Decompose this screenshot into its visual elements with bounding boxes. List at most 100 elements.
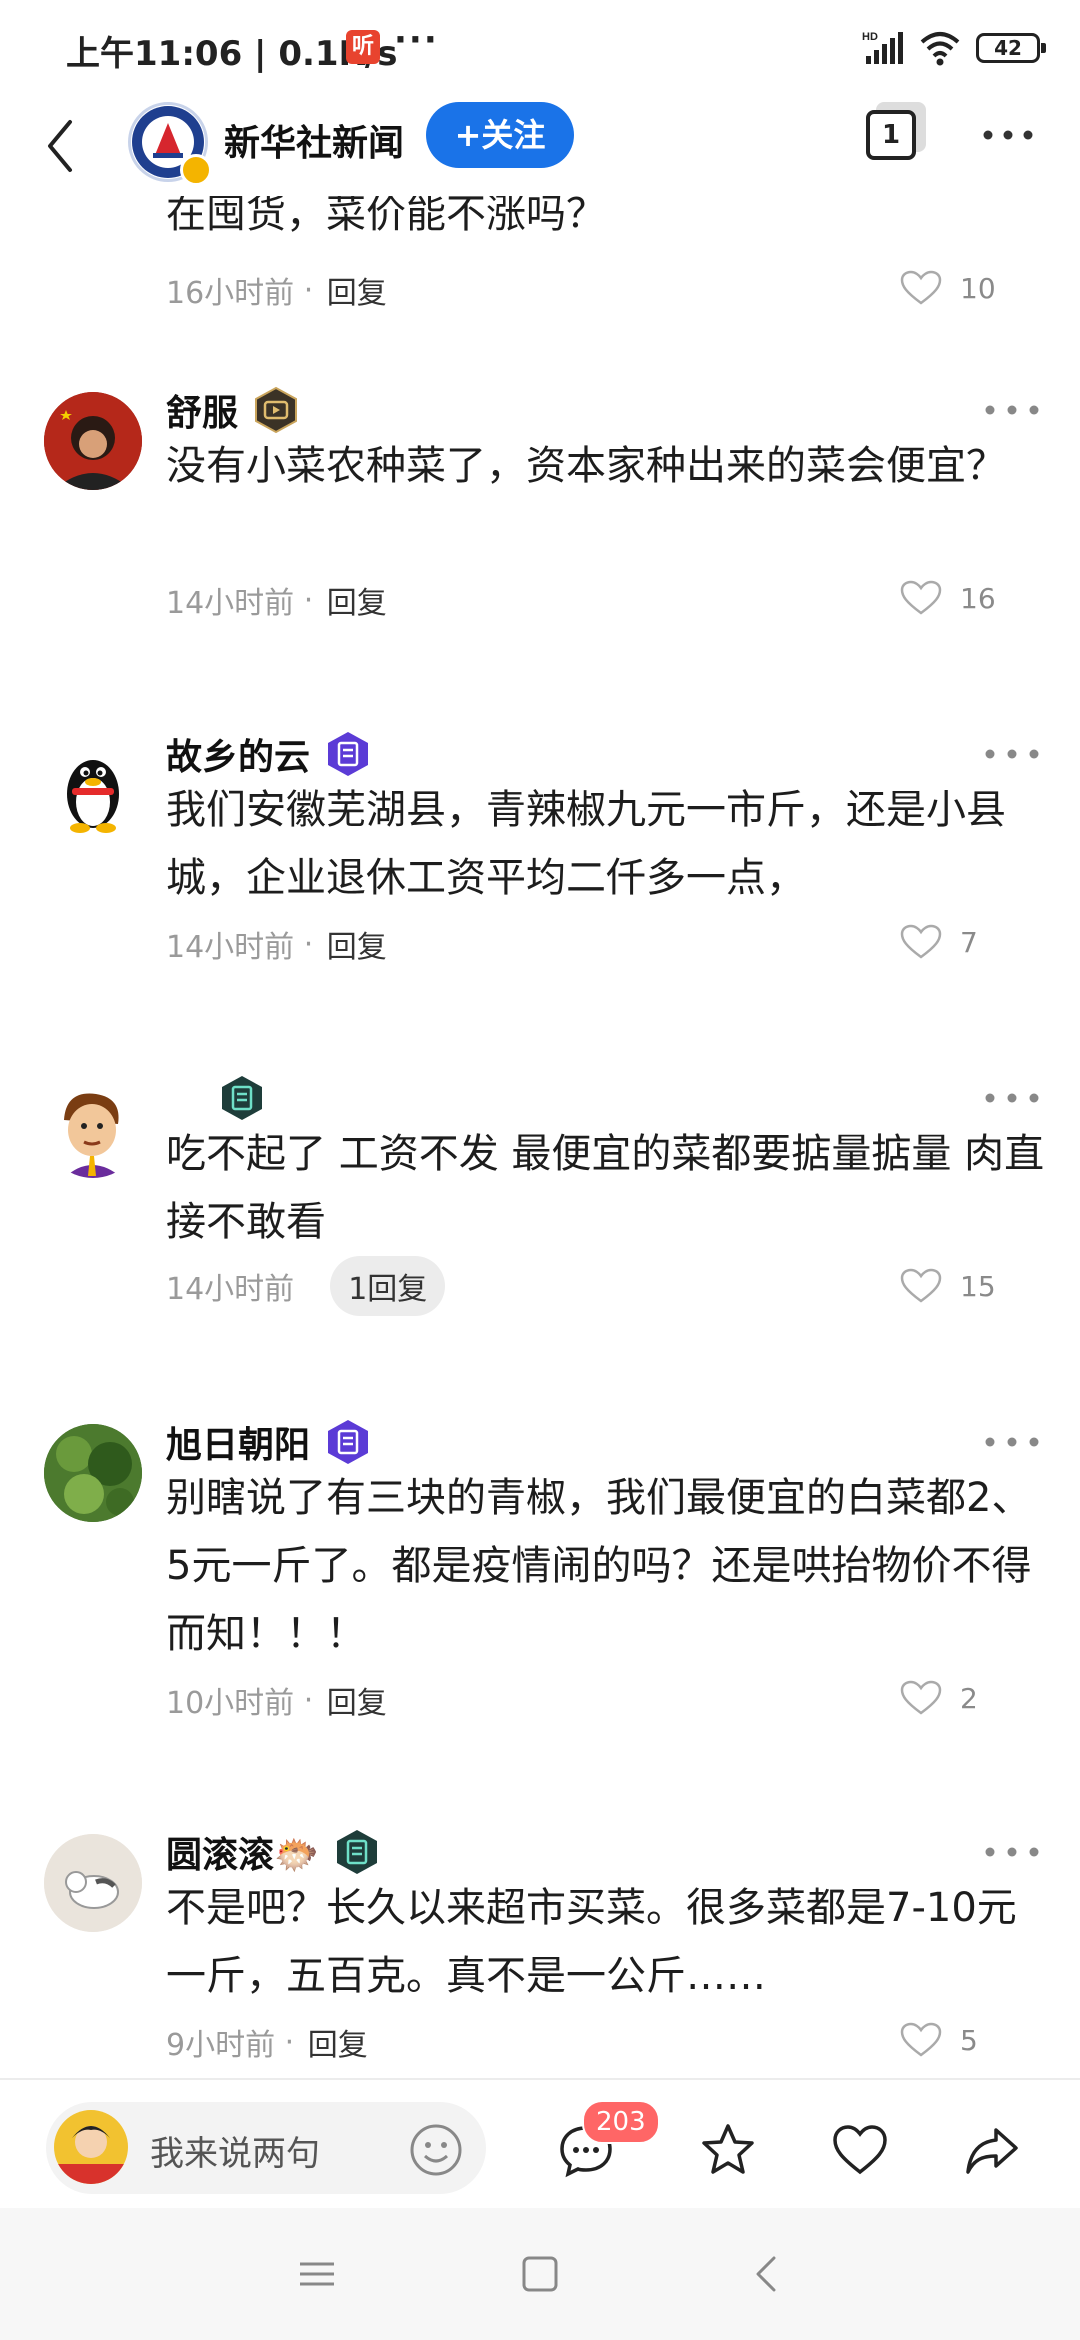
comment-more-icon[interactable] [982, 744, 1042, 764]
comment-more-icon[interactable] [982, 1842, 1042, 1862]
heart-icon [900, 924, 942, 959]
like-count: 15 [960, 1269, 996, 1303]
comment-time: 14小时前 [166, 1272, 295, 1307]
reply-button[interactable]: 回复 [327, 922, 387, 966]
star-icon[interactable] [698, 2120, 758, 2180]
like-icon[interactable] [830, 2120, 890, 2180]
comment-header: 舒服 [166, 382, 300, 438]
system-navigation-bar [0, 2208, 1080, 2340]
comment-count-badge: 203 [582, 2100, 660, 2144]
tree-photo-icon [44, 1424, 142, 1522]
heart-icon [900, 580, 942, 615]
user-name[interactable]: 故乡的云 [166, 728, 310, 780]
status-bar: 上午11:06 | 0.1K/s 听 ··· HD 42 [0, 0, 1080, 96]
listen-app-icon: 听 [346, 30, 380, 64]
like-count: 5 [960, 2023, 978, 2057]
meta-separator: · [275, 2024, 304, 2060]
level-badge-icon [222, 1076, 262, 1120]
comment-list[interactable]: 在囤货，菜价能不涨吗？ 16小时前 · 回复 10 舒服 没有小菜农种菜了，资本… [0, 120, 1080, 2078]
meta-separator: · [294, 926, 323, 962]
heart-icon [900, 1268, 942, 1303]
comment-text: 我们安徽芜湖县，青辣椒九元一市斤，还是小县城，企业退休工资平均二仟多一点， [166, 787, 1006, 901]
comment-meta: 9小时前 · 回复 [166, 2020, 368, 2064]
avatar[interactable] [44, 740, 142, 838]
comment-time: 10小时前 [166, 1686, 295, 1721]
back-icon[interactable] [40, 108, 80, 184]
comment-meta: 14小时前 · 回复 [166, 578, 387, 622]
reply-button[interactable]: 回复 [308, 2020, 368, 2064]
window-count-button[interactable]: 1 [866, 110, 916, 160]
level-badge-icon [328, 1420, 369, 1464]
heart-icon [900, 1680, 942, 1715]
share-icon[interactable] [962, 2120, 1022, 2180]
like-count: 2 [960, 1681, 978, 1715]
comment-time: 14小时前 [166, 930, 295, 965]
avatar[interactable] [44, 1080, 142, 1178]
more-icon[interactable] [980, 110, 1036, 160]
home-icon[interactable] [515, 2252, 565, 2296]
avatar[interactable] [44, 392, 142, 490]
follow-button[interactable]: +关注 [426, 102, 574, 168]
like-count: 16 [960, 581, 996, 615]
account-name[interactable]: 新华社新闻 [224, 114, 404, 166]
view-replies-button[interactable]: 1回复 [330, 1256, 446, 1316]
level-badge-icon [336, 1830, 377, 1874]
cartoon-avatar-icon [64, 1093, 122, 1178]
like-count: 10 [960, 271, 996, 305]
like-button[interactable]: 16 [900, 580, 996, 616]
comment-header: 圆滚滚🐡 [166, 1824, 381, 1880]
comment-meta: 14小时前 · 回复 [166, 922, 387, 966]
comment-more-icon[interactable] [982, 1432, 1042, 1452]
my-avatar [54, 2110, 128, 2184]
svg-text:HD: HD [862, 31, 878, 43]
back-nav-icon[interactable] [742, 2252, 792, 2296]
comment-meta: 14小时前 1回复 [166, 1256, 446, 1316]
comment-more-icon[interactable] [982, 400, 1042, 420]
comment-meta: 10小时前 · 回复 [166, 1678, 387, 1722]
comment-text: 吃不起了 工资不发 最便宜的菜都要掂量掂量 肉直接不敢看 [166, 1131, 1045, 1245]
avatar[interactable] [44, 1834, 142, 1932]
meta-separator: · [294, 272, 323, 308]
reply-button[interactable]: 回复 [327, 268, 387, 312]
like-count: 7 [960, 925, 978, 959]
menu-icon[interactable] [292, 2252, 342, 2296]
bottom-action-bar: 我来说两句 203 [0, 2078, 1080, 2210]
heart-icon [900, 270, 942, 305]
meta-separator: · [294, 1682, 323, 1718]
like-button[interactable]: 7 [900, 924, 978, 960]
battery-icon: 42 [976, 33, 1046, 63]
comment-text: 不是吧？长久以来超市买菜。很多菜都是7-10元一斤，五百克。真不是一公斤…… [166, 1885, 1017, 1999]
heart-icon [900, 2022, 942, 2057]
status-icons: HD 42 [862, 26, 1046, 70]
more-notifications-icon: ··· [394, 20, 439, 60]
comment-header [166, 1070, 266, 1126]
user-name[interactable]: 舒服 [166, 384, 238, 436]
comment-meta: 16小时前 · 回复 [166, 268, 387, 312]
cat-photo-icon [44, 1834, 142, 1932]
reply-button[interactable]: 回复 [327, 1678, 387, 1722]
signal-icon: HD [862, 31, 903, 64]
comment-time: 16小时前 [166, 276, 295, 311]
wifi-icon [920, 32, 960, 66]
meta-separator: · [294, 582, 323, 618]
comment-more-icon[interactable] [982, 1088, 1042, 1108]
like-button[interactable]: 5 [900, 2022, 978, 2058]
video-badge-icon [255, 386, 298, 434]
like-button[interactable]: 2 [900, 1680, 978, 1716]
like-button[interactable]: 10 [900, 270, 996, 306]
emoji-icon[interactable] [408, 2122, 464, 2178]
reply-button[interactable]: 回复 [327, 578, 387, 622]
user-name[interactable]: 圆滚滚🐡 [166, 1826, 319, 1878]
user-name[interactable]: 旭日朝阳 [166, 1416, 310, 1468]
verified-icon [180, 154, 212, 186]
top-nav: 新华社新闻 +关注 1 [0, 96, 1080, 196]
avatar[interactable] [44, 1424, 142, 1522]
comment-header: 旭日朝阳 [166, 1414, 372, 1470]
comment-input-placeholder: 我来说两句 [150, 2134, 320, 2174]
level-badge-icon [328, 732, 369, 776]
comment-time: 14小时前 [166, 586, 295, 621]
qq-penguin-icon [67, 760, 119, 833]
like-button[interactable]: 15 [900, 1268, 996, 1304]
comment-text: 没有小菜农种菜了，资本家种出来的菜会便宜？ [166, 443, 1006, 489]
comment-input[interactable]: 我来说两句 [46, 2102, 486, 2194]
